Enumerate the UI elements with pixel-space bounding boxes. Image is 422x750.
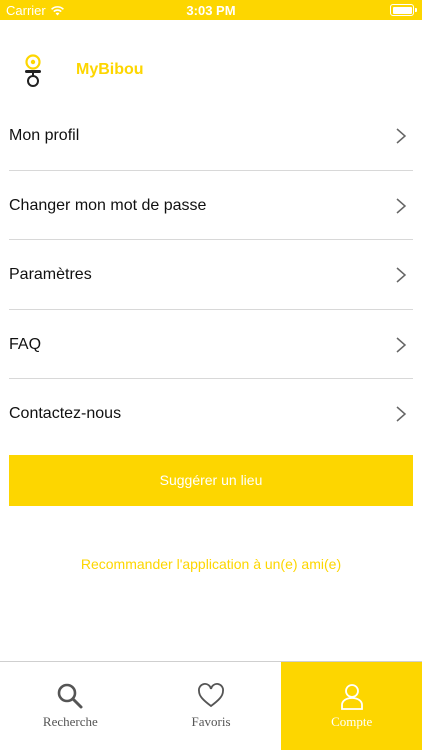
- suggest-place-button[interactable]: Suggérer un lieu: [9, 455, 413, 506]
- app-header: MyBibou: [0, 48, 422, 92]
- chevron-right-icon: [396, 197, 407, 214]
- tab-search[interactable]: Recherche: [0, 662, 141, 750]
- menu-item-change-password[interactable]: Changer mon mot de passe: [9, 171, 413, 240]
- menu-item-faq[interactable]: FAQ: [9, 310, 413, 379]
- tab-account[interactable]: Compte: [281, 662, 422, 750]
- tab-label: Compte: [331, 714, 373, 729]
- chevron-right-icon: [396, 128, 407, 144]
- tab-favorites[interactable]: Favoris: [141, 662, 282, 750]
- chevron-right-icon: [396, 267, 407, 283]
- chevron-right-icon: [396, 406, 407, 422]
- menu-item-label: FAQ: [9, 335, 42, 353]
- status-time: 3:03 PM: [186, 3, 236, 18]
- menu-item-label: Changer mon mot de passe: [9, 196, 207, 214]
- recommend-app-link[interactable]: Recommander l'application à un(e) ami(e): [0, 556, 422, 572]
- app-title: MyBibou: [76, 61, 144, 78]
- account-menu: Mon profil Changer mon mot de passe Para…: [0, 101, 422, 449]
- user-icon: [340, 684, 363, 710]
- search-icon: [58, 683, 83, 709]
- tab-label: Recherche: [42, 714, 98, 729]
- menu-item-profile[interactable]: Mon profil: [9, 101, 413, 171]
- tab-bar: Recherche Favoris Compte: [0, 661, 422, 750]
- chevron-right-icon: [396, 336, 407, 353]
- menu-item-label: Paramètres: [9, 266, 92, 283]
- menu-item-contact[interactable]: Contactez-nous: [9, 379, 413, 449]
- battery-icon: [390, 4, 417, 16]
- heart-icon: [198, 683, 224, 708]
- tab-label: Favoris: [191, 714, 231, 729]
- menu-item-label: Mon profil: [9, 127, 80, 144]
- status-bar: Carrier 3:03 PM: [0, 0, 422, 20]
- menu-item-label: Contactez-nous: [9, 405, 122, 422]
- pacifier-icon: [25, 54, 41, 87]
- menu-item-settings[interactable]: Paramètres: [9, 240, 413, 310]
